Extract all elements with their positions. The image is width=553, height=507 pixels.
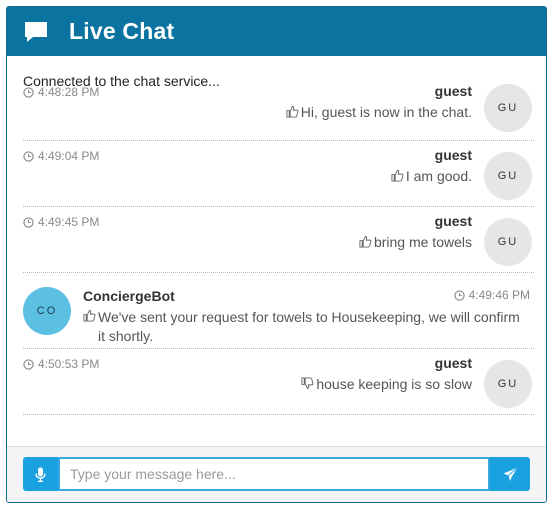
message-timestamp: 4:48:28 PM <box>23 85 99 99</box>
message-item: 4:48:28 PM guest Hi, guest is now in the… <box>23 83 534 141</box>
thumbs-up-icon[interactable] <box>391 169 404 182</box>
message-sender: ConciergeBot <box>83 288 175 304</box>
message-body: Hi, guest is now in the chat. <box>300 104 472 120</box>
message-body: house keeping is so slow <box>316 376 472 392</box>
message-item: 4:49:04 PM guest I am good. GU <box>23 141 534 207</box>
message-text: Hi, guest is now in the chat. <box>286 104 472 120</box>
thumbs-down-icon[interactable] <box>301 377 314 390</box>
message-item: CO ConciergeBot 4:49:46 PM We've sent yo… <box>23 273 534 349</box>
thumbs-up-icon[interactable] <box>83 309 96 322</box>
microphone-icon <box>35 467 46 482</box>
message-item: 4:49:45 PM guest bring me towels GU <box>23 207 534 273</box>
message-input[interactable] <box>58 457 490 491</box>
message-body: bring me towels <box>373 234 472 250</box>
microphone-button[interactable] <box>23 457 58 491</box>
avatar: GU <box>484 218 532 266</box>
message-timestamp: 4:50:53 PM <box>23 357 99 371</box>
message-item: 4:50:53 PM guest house keeping is so slo… <box>23 349 534 415</box>
avatar: GU <box>484 84 532 132</box>
message-text: bring me towels <box>359 234 472 250</box>
chat-bubble-icon <box>25 21 47 42</box>
send-icon <box>503 466 518 481</box>
clock-icon <box>23 358 34 370</box>
avatar: GU <box>484 152 532 200</box>
clock-icon <box>23 150 34 162</box>
live-chat-panel: Live Chat Connected to the chat service.… <box>6 6 547 503</box>
message-sender: guest <box>434 355 472 371</box>
message-text: I am good. <box>391 168 472 184</box>
send-button[interactable] <box>490 457 530 491</box>
message-text: house keeping is so slow <box>301 376 472 392</box>
message-sender: guest <box>434 83 472 99</box>
message-text: We've sent your request for towels to Ho… <box>83 308 530 346</box>
avatar: CO <box>23 287 71 335</box>
timestamp-text: 4:50:53 PM <box>38 357 100 371</box>
message-timestamp: 4:49:04 PM <box>23 149 99 163</box>
message-body: We've sent your request for towels to Ho… <box>98 309 520 344</box>
message-timestamp: 4:49:46 PM <box>453 288 530 302</box>
clock-icon <box>23 216 34 228</box>
chat-title: Live Chat <box>69 18 175 44</box>
timestamp-text: 4:49:45 PM <box>38 215 100 229</box>
timestamp-text: 4:49:46 PM <box>468 288 530 302</box>
message-sender: guest <box>434 147 472 163</box>
message-list[interactable]: Connected to the chat service... 4:48:28… <box>7 56 546 448</box>
clock-icon <box>23 86 34 98</box>
timestamp-text: 4:49:04 PM <box>38 149 100 163</box>
message-composer <box>7 446 546 502</box>
timestamp-text: 4:48:28 PM <box>38 85 100 99</box>
clock-icon <box>453 289 465 301</box>
message-sender: guest <box>434 213 472 229</box>
thumbs-up-icon[interactable] <box>359 235 372 248</box>
message-timestamp: 4:49:45 PM <box>23 215 99 229</box>
message-body: I am good. <box>405 168 472 184</box>
chat-header: Live Chat <box>7 7 546 56</box>
avatar: GU <box>484 360 532 408</box>
thumbs-up-icon[interactable] <box>286 105 299 118</box>
